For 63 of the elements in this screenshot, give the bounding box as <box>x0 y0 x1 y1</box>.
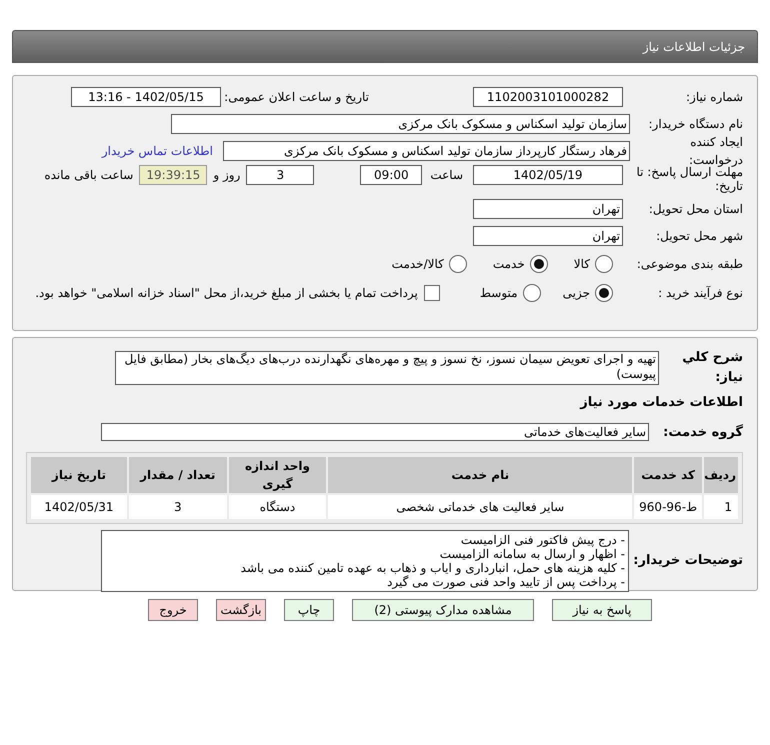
action-button[interactable]: مشاهده مدارک پیوستی (2) <box>352 599 534 621</box>
buyer-field: سازمان تولید اسکناس و مسکوک بانک مرکزی <box>171 114 630 134</box>
province-field: تهران <box>473 199 623 219</box>
action-button[interactable]: خروج <box>148 599 198 621</box>
creator-field: فرهاد رستگار کارپرداز سازمان تولید اسکناس و مسکوک بانک مرکزی <box>223 141 630 161</box>
table-cell: ط-96-960 <box>634 495 702 519</box>
column-header: کد خدمت <box>634 457 702 493</box>
contact-link[interactable]: اطلاعات تماس خریدار <box>102 142 213 160</box>
checkbox[interactable] <box>424 285 440 301</box>
radio-button[interactable] <box>448 255 467 273</box>
column-header: تعداد / مقدار <box>128 457 227 493</box>
deadline-date-field: 1402/05/19 <box>473 165 623 185</box>
field-label: شهر محل تحویل: <box>655 228 743 245</box>
field-label: ایجاد کننده درخواست: <box>689 134 743 167</box>
need-number-field: 1102003101000282 <box>473 87 623 107</box>
field-label: توضیحات خریدار: <box>633 552 743 570</box>
field-label: گروه خدمت: <box>662 423 743 442</box>
radio-label: متوسط <box>480 285 518 302</box>
radio-label: جزیی <box>562 285 590 302</box>
field-label: نام دستگاه خریدار: <box>648 116 743 133</box>
field-label: شرح کلي نیاز: <box>681 349 743 386</box>
field-label: استان محل تحویل: <box>648 201 743 218</box>
action-button[interactable]: چاپ <box>284 599 334 621</box>
summary-field: تهیه و اجرای تعویض سیمان نسوز، نخ نسوز و پیچ و مهره‌های نگهدارنده درب‌های دیگ‌های بخار (مطابق فایل پیوست) <box>115 350 659 384</box>
radio-label: خدمت <box>492 256 525 273</box>
deadline-time-field: 09:00 <box>360 165 422 185</box>
field-label: ساعت <box>430 167 463 184</box>
radio-button[interactable] <box>530 255 548 273</box>
remaining-time-field: 19:39:15 <box>139 165 208 185</box>
service-group-field: سایر فعالیت‌های خدماتی <box>101 423 649 442</box>
column-header: نام خدمت <box>328 457 632 493</box>
table-cell: 3 <box>128 495 227 519</box>
note-line: - درج پیش فاکتور فنی الزامیست <box>460 533 625 547</box>
treasury-note: پرداخت تمام یا بخشی از مبلغ خرید،از محل "اسناد خزانه اسلامی" خواهد بود. <box>35 285 418 302</box>
radio-label: کالا/خدمت <box>392 256 444 273</box>
announce-date-field: 1402/05/15 - 13:16 <box>71 87 221 107</box>
field-label: نوع فرآیند خرید : <box>657 285 743 302</box>
radio-button[interactable] <box>522 284 541 302</box>
table-cell: 1402/05/31 <box>31 495 127 519</box>
column-header: ردیف <box>704 457 738 493</box>
city-field: تهران <box>473 226 623 246</box>
radio-button[interactable] <box>595 284 613 302</box>
section-heading: اطلاعات خدمات مورد نیاز <box>578 394 743 412</box>
column-header: تاریخ نیاز <box>31 457 127 493</box>
table-cell: 1 <box>704 495 738 519</box>
table-cell: سایر فعالیت های خدماتی شخصی <box>328 495 632 519</box>
note-line: - پرداخت پس از تایید واحد فنی صورت می گیرد <box>386 575 625 589</box>
radio-label: کالا <box>574 256 590 273</box>
note-line: - کلیه هزینه های حمل، انبارداری و ایاب و ذهاب به عهده تامین کننده می باشد <box>240 561 625 575</box>
action-button[interactable]: پاسخ به نیاز <box>552 599 652 621</box>
field-label: مهلت ارسال پاسخ: تا تاریخ: <box>635 165 743 193</box>
page-title: جزئیات اطلاعات نیاز <box>642 38 745 56</box>
field-label: طبقه بندی موضوعی: <box>636 256 743 273</box>
field-label: شماره نیاز: <box>685 89 743 106</box>
field-label: ساعت باقی مانده <box>44 167 134 184</box>
field-label: تاریخ و ساعت اعلان عمومی: <box>223 89 369 106</box>
radio-button[interactable] <box>595 255 613 273</box>
action-button[interactable]: بازگشت <box>216 599 266 621</box>
days-field: 3 <box>246 165 314 185</box>
column-header: واحد اندازه گیری <box>228 457 326 493</box>
field-label: روز و <box>213 167 240 184</box>
table-cell: دستگاه <box>228 495 326 519</box>
note-line: - اظهار و ارسال به سامانه الزامیست <box>438 547 625 561</box>
